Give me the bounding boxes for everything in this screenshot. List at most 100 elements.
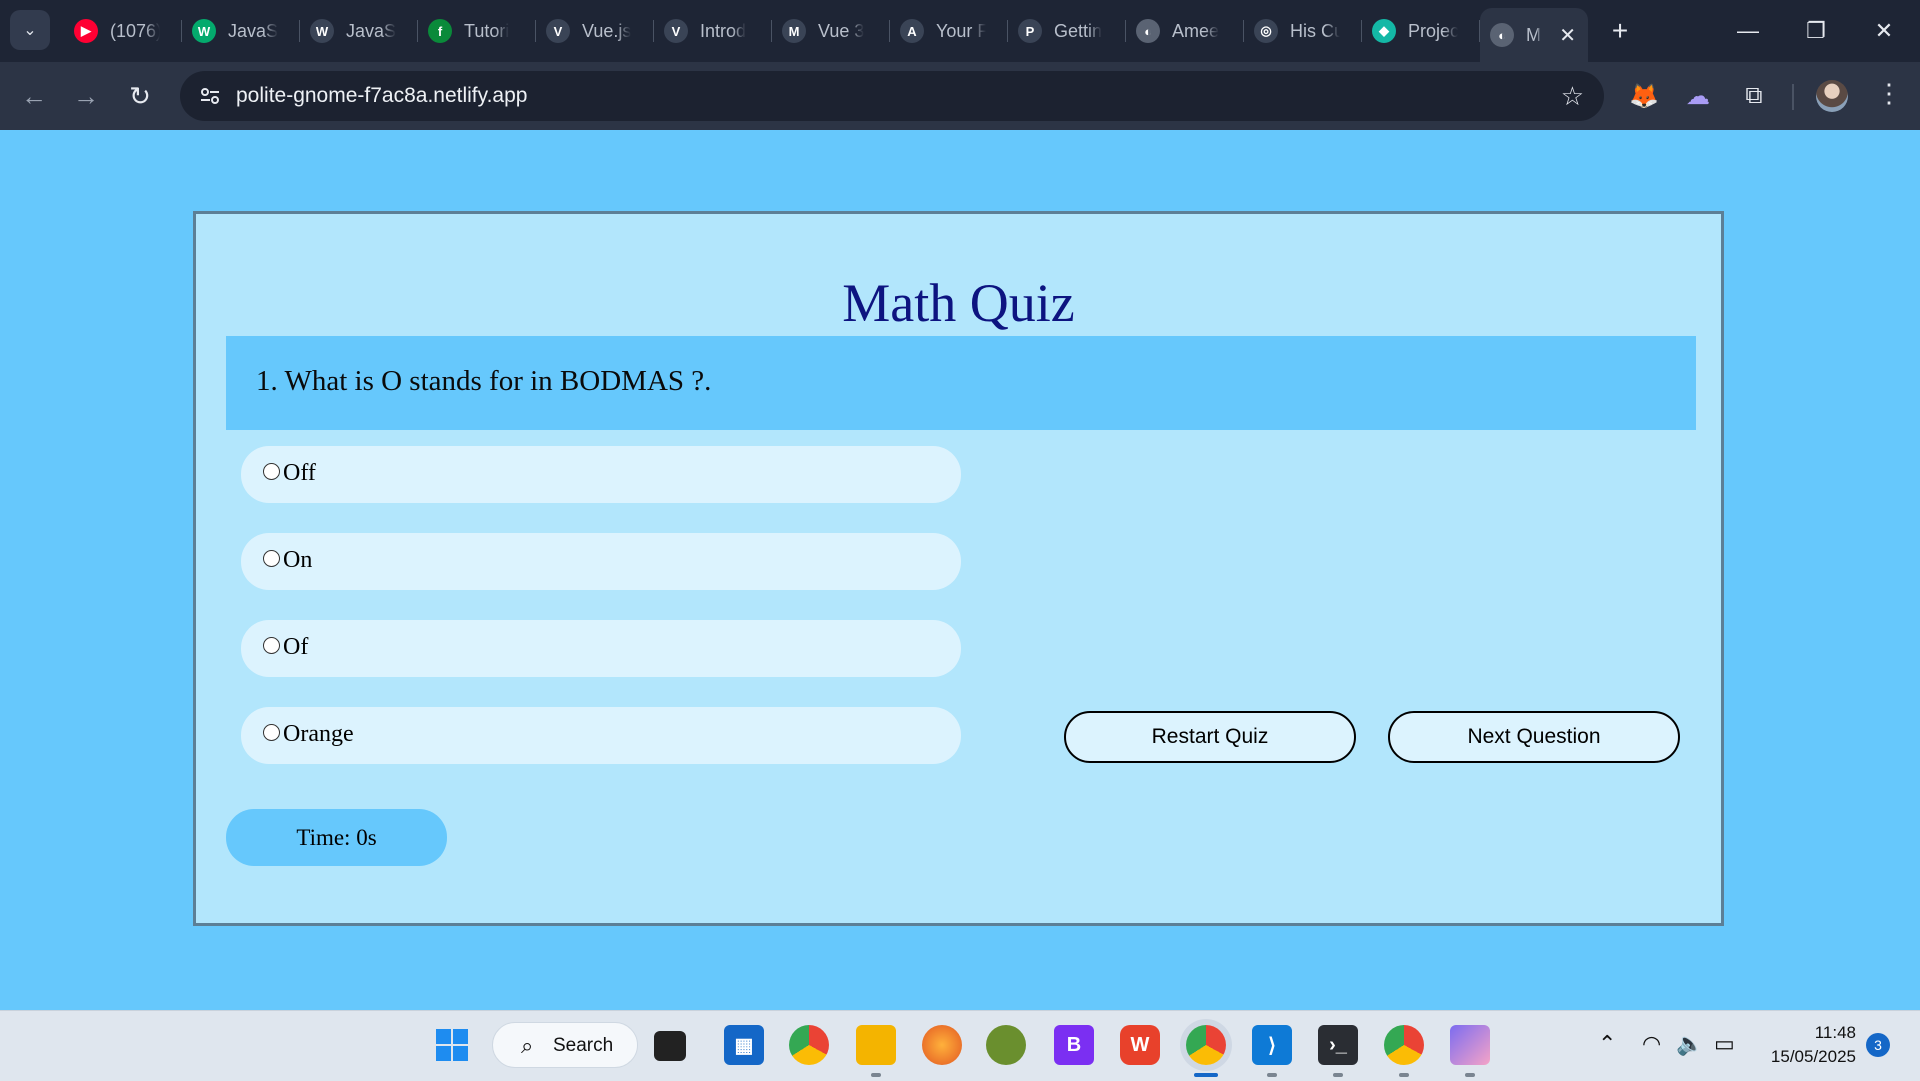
chrome-icon[interactable] <box>789 1025 829 1065</box>
globe-icon: ◐ <box>1136 19 1160 43</box>
clock-time: 11:48 <box>1814 1023 1856 1042</box>
plus-icon: + <box>1611 15 1629 46</box>
question-text: 1. What is O stands for in BODMAS ?. <box>256 365 712 397</box>
file-explorer-icon[interactable] <box>856 1025 896 1065</box>
chrome-profile-icon[interactable] <box>1186 1025 1226 1065</box>
answer-option-3[interactable]: Of <box>241 620 961 677</box>
toolbar-divider <box>1792 84 1794 110</box>
system-clock[interactable]: 11:48 15/05/2025 <box>1756 1021 1856 1069</box>
taskbar-search[interactable]: ⌕ Search <box>492 1022 638 1068</box>
close-icon: ✕ <box>1874 18 1894 43</box>
minimize-button[interactable]: — <box>1714 0 1782 62</box>
tab-3[interactable]: W JavaSc <box>300 8 418 54</box>
answer-option-2[interactable]: On <box>241 533 961 590</box>
tab-active[interactable]: ◐ M ✕ <box>1480 8 1588 62</box>
netlify-icon: A <box>900 19 924 43</box>
start-button[interactable] <box>432 1025 472 1065</box>
tab-title: JavaSc <box>228 20 278 41</box>
wifi-icon[interactable]: ◠ <box>1642 1031 1661 1057</box>
freecodecamp-icon: f <box>428 19 452 43</box>
option-label: Of <box>283 634 309 660</box>
radio-button[interactable] <box>263 724 280 741</box>
tab-10[interactable]: ◐ Amee <box>1126 8 1244 54</box>
tab-9[interactable]: P Gettin <box>1008 8 1126 54</box>
timer-display: Time: 0s <box>226 809 447 866</box>
kebab-menu-icon[interactable]: ⋮ <box>1876 78 1902 109</box>
restart-quiz-button[interactable]: Restart Quiz <box>1064 711 1356 763</box>
close-tab-icon[interactable]: ✕ <box>1559 23 1576 48</box>
globe-icon: ◐ <box>1490 23 1514 47</box>
site-info-button[interactable] <box>196 82 224 110</box>
extension-ghost-icon[interactable]: ☁ <box>1680 78 1716 114</box>
profile-avatar[interactable] <box>1816 80 1848 112</box>
running-indicator <box>1465 1073 1475 1077</box>
forward-button[interactable]: → <box>66 76 106 116</box>
vscode-icon[interactable]: ⟩ <box>1252 1025 1292 1065</box>
reload-icon: ↻ <box>129 80 151 111</box>
tab-1[interactable]: ▶ (1076) <box>64 8 182 54</box>
running-indicator <box>1399 1073 1409 1077</box>
tab-title: Tutori <box>464 20 510 41</box>
firefox-icon[interactable] <box>922 1025 962 1065</box>
clock-date: 15/05/2025 <box>1770 1047 1856 1066</box>
tab-7[interactable]: M Vue 3 <box>772 8 890 54</box>
tab-2[interactable]: W JavaSc <box>182 8 300 54</box>
extensions-puzzle-icon[interactable]: ⧉ <box>1736 78 1772 114</box>
tab-search-button[interactable]: ⌄ <box>10 10 50 50</box>
wps-office-icon[interactable]: W <box>1120 1025 1160 1065</box>
tab-title: His Cu <box>1290 20 1340 41</box>
wise-icon: W <box>310 19 334 43</box>
tab-12[interactable]: ◆ Projec <box>1362 8 1480 54</box>
tab-8[interactable]: A Your F <box>890 8 1008 54</box>
radio-button[interactable] <box>263 550 280 567</box>
volume-icon[interactable]: 🔈 <box>1676 1031 1703 1057</box>
radio-button[interactable] <box>263 463 280 480</box>
option-label: Off <box>283 460 316 486</box>
question-box: 1. What is O stands for in BODMAS ?. <box>226 336 1696 430</box>
close-window-button[interactable]: ✕ <box>1850 0 1918 62</box>
chevron-down-icon: ⌄ <box>23 22 37 39</box>
windows-logo-icon <box>436 1029 468 1061</box>
notification-badge[interactable]: 3 <box>1866 1033 1890 1057</box>
next-question-button[interactable]: Next Question <box>1388 711 1680 763</box>
reload-button[interactable]: ↻ <box>120 76 160 116</box>
battery-icon[interactable]: ▭ <box>1714 1031 1735 1057</box>
radio-button[interactable] <box>263 637 280 654</box>
quiz-card: Math Quiz 1. What is O stands for in BOD… <box>193 211 1724 926</box>
page-viewport: Math Quiz 1. What is O stands for in BOD… <box>0 130 1920 1010</box>
task-view-icon[interactable] <box>654 1031 686 1061</box>
w3schools-icon: W <box>192 19 216 43</box>
new-tab-button[interactable]: + <box>1598 8 1642 54</box>
tab-6[interactable]: V Introd <box>654 8 772 54</box>
running-indicator <box>1333 1073 1343 1077</box>
restore-icon: ❐ <box>1806 18 1826 43</box>
search-label: Search <box>553 1035 614 1056</box>
tab-title: Projec <box>1408 20 1458 41</box>
answer-option-1[interactable]: Off <box>241 446 961 503</box>
chrome-alt-profile-icon[interactable] <box>1384 1025 1424 1065</box>
arrow-left-icon: ← <box>21 80 47 111</box>
terminal-icon[interactable]: ›_ <box>1318 1025 1358 1065</box>
vue-icon: V <box>664 19 688 43</box>
microsoft-store-icon[interactable]: ▦ <box>724 1025 764 1065</box>
chevron-up-icon[interactable]: ⌃ <box>1598 1031 1616 1057</box>
paint-app-icon[interactable] <box>1450 1025 1490 1065</box>
tab-4[interactable]: f Tutori <box>418 8 536 54</box>
tab-5[interactable]: V Vue.js <box>536 8 654 54</box>
search-icon: ⌕ <box>521 1033 534 1058</box>
url-text[interactable]: polite-gnome-f7ac8a.netlify.app <box>236 84 527 108</box>
tab-11[interactable]: ◎ His Cu <box>1244 8 1362 54</box>
restore-button[interactable]: ❐ <box>1782 0 1850 62</box>
browser-toolbar: ← → ↻ polite-gnome-f7ac8a.netlify.app ☆ … <box>0 62 1920 130</box>
bootstrap-studio-icon[interactable]: B <box>1054 1025 1094 1065</box>
tune-icon <box>201 88 219 104</box>
bookmark-star-icon[interactable]: ☆ <box>1561 81 1584 112</box>
address-bar[interactable]: polite-gnome-f7ac8a.netlify.app ☆ <box>180 71 1604 121</box>
answer-option-4[interactable]: Orange <box>241 707 961 764</box>
metamask-icon[interactable]: 🦊 <box>1626 78 1662 114</box>
running-indicator <box>1267 1073 1277 1077</box>
arrow-right-icon: → <box>73 80 99 111</box>
chameleon-app-icon[interactable] <box>986 1025 1026 1065</box>
back-button[interactable]: ← <box>14 76 54 116</box>
tab-title: JavaSc <box>346 20 396 41</box>
